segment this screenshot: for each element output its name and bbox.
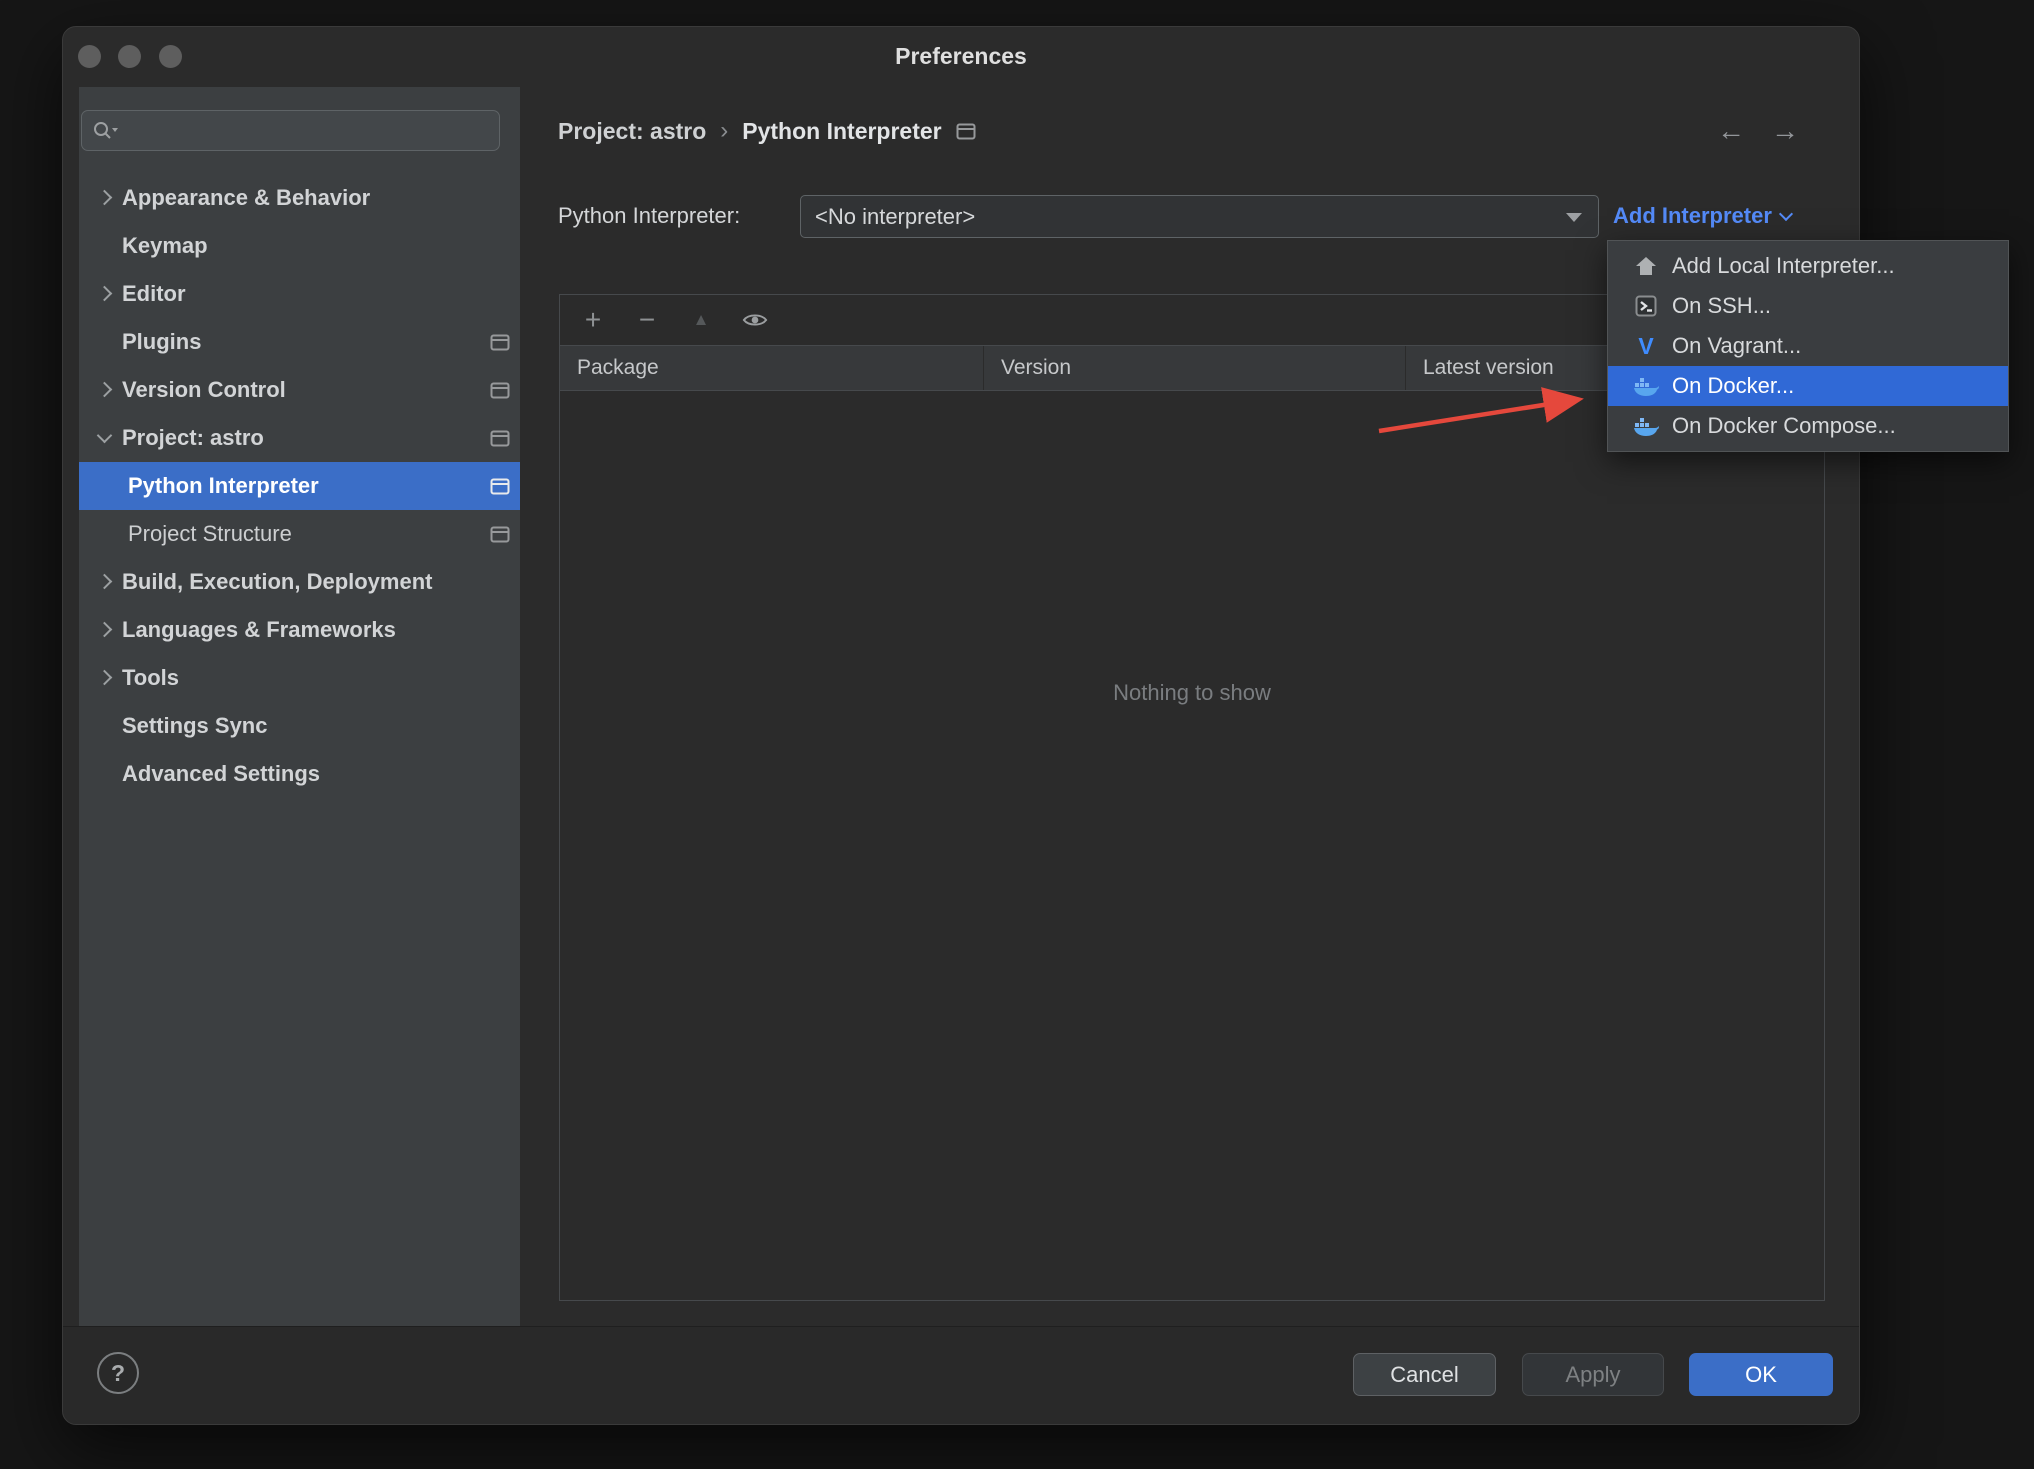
sidebar-item-label: Keymap — [122, 233, 208, 258]
in-window-marker-icon — [490, 382, 510, 399]
sidebar-item-label: Editor — [122, 281, 186, 306]
menu-item-label: Add Local Interpreter... — [1672, 253, 1895, 278]
menu-item-add-local-interpreter[interactable]: Add Local Interpreter... — [1608, 246, 2008, 286]
sidebar-item-project-structure[interactable]: Project Structure — [79, 510, 520, 558]
in-window-marker-icon — [490, 430, 510, 447]
chevron-right-icon — [96, 573, 113, 589]
empty-table-message: Nothing to show — [1113, 680, 1271, 705]
sidebar-item-label: Python Interpreter — [128, 473, 319, 498]
breadcrumb-page: Python Interpreter — [742, 117, 942, 144]
sidebar-item-label: Appearance & Behavior — [122, 185, 371, 210]
sidebar-item-advanced-settings[interactable]: Advanced Settings — [79, 750, 520, 798]
menu-item-label: On Docker... — [1672, 373, 1795, 398]
sidebar-item-label: Project Structure — [128, 521, 292, 546]
sidebar-item-label: Languages & Frameworks — [122, 617, 396, 642]
sidebar-item-label: Plugins — [122, 329, 202, 354]
interpreter-label: Python Interpreter: — [558, 203, 741, 228]
sidebar-item-keymap[interactable]: Keymap — [79, 222, 520, 270]
add-interpreter-menu: Add Local Interpreter... On SSH... V On … — [1607, 240, 2009, 452]
ssh-terminal-icon — [1632, 295, 1660, 317]
chevron-down-icon — [1778, 206, 1793, 221]
chevron-down-icon — [96, 427, 113, 444]
breadcrumb-separator: › — [720, 117, 729, 144]
sidebar-item-appearance-behavior[interactable]: Appearance & Behavior — [79, 174, 520, 222]
apply-button[interactable]: Apply — [1522, 1353, 1664, 1396]
vagrant-icon: V — [1638, 332, 1654, 359]
column-header-package[interactable]: Package — [560, 346, 984, 390]
menu-item-label: On SSH... — [1672, 293, 1772, 318]
sidebar-item-label: Tools — [122, 665, 180, 690]
sidebar-item-build-execution-deployment[interactable]: Build, Execution, Deployment — [79, 558, 520, 606]
interpreter-select[interactable]: <No interpreter> — [800, 195, 1599, 238]
chevron-down-icon — [1566, 213, 1582, 222]
settings-search-box[interactable] — [81, 110, 500, 151]
column-header-version[interactable]: Version — [984, 346, 1406, 390]
add-interpreter-link[interactable]: Add Interpreter — [1613, 203, 1793, 229]
breadcrumb-project[interactable]: Project: astro — [558, 118, 706, 145]
chevron-right-icon — [96, 285, 113, 301]
dialog-footer: ? Cancel Apply OK — [63, 1326, 1859, 1424]
in-window-marker-icon — [490, 334, 510, 351]
in-window-marker-icon — [956, 123, 976, 140]
sidebar-item-label: Advanced Settings — [122, 761, 321, 786]
chevron-right-icon — [96, 669, 113, 685]
upgrade-package-icon[interactable]: ▲ — [688, 310, 714, 330]
sidebar-item-settings-sync[interactable]: Settings Sync — [79, 702, 520, 750]
settings-sidebar: Appearance & Behavior Keymap Editor Plug… — [79, 87, 520, 1327]
docker-icon — [1632, 376, 1660, 396]
in-window-marker-icon — [490, 526, 510, 543]
chevron-right-icon — [96, 189, 113, 205]
chevron-right-icon — [96, 381, 113, 397]
docker-compose-icon — [1632, 416, 1660, 436]
back-icon[interactable]: ← — [1717, 115, 1745, 147]
cancel-button[interactable]: Cancel — [1353, 1353, 1496, 1396]
sidebar-item-plugins[interactable]: Plugins — [79, 318, 520, 366]
interpreter-select-value: <No interpreter> — [815, 203, 976, 229]
add-interpreter-label: Add Interpreter — [1613, 203, 1772, 228]
home-icon — [1632, 255, 1660, 277]
sidebar-item-python-interpreter[interactable]: Python Interpreter — [79, 462, 520, 510]
sidebar-item-label: Settings Sync — [122, 713, 268, 738]
sidebar-item-label: Project: astro — [122, 425, 264, 450]
chevron-right-icon — [96, 621, 113, 637]
sidebar-item-version-control[interactable]: Version Control — [79, 366, 520, 414]
preferences-window: Preferences Appearance & Behavior Keymap — [62, 26, 1860, 1425]
search-input[interactable] — [118, 118, 499, 143]
menu-item-on-ssh[interactable]: On SSH... — [1608, 286, 2008, 326]
sidebar-item-project-astro[interactable]: Project: astro — [79, 414, 520, 462]
remove-package-icon[interactable]: − — [634, 304, 660, 336]
menu-item-label: On Vagrant... — [1672, 333, 1802, 358]
add-package-icon[interactable]: + — [580, 304, 606, 336]
menu-item-on-docker-compose[interactable]: On Docker Compose... — [1608, 406, 2008, 446]
sidebar-item-label: Build, Execution, Deployment — [122, 569, 433, 594]
show-early-releases-icon[interactable] — [742, 311, 768, 329]
window-title: Preferences — [895, 43, 1027, 69]
menu-item-label: On Docker Compose... — [1672, 413, 1896, 438]
ok-button[interactable]: OK — [1689, 1353, 1833, 1396]
help-button[interactable]: ? — [97, 1352, 139, 1394]
forward-icon[interactable]: → — [1771, 115, 1799, 147]
sidebar-item-editor[interactable]: Editor — [79, 270, 520, 318]
menu-item-on-docker[interactable]: On Docker... — [1608, 366, 2008, 406]
sidebar-item-languages-frameworks[interactable]: Languages & Frameworks — [79, 606, 520, 654]
menu-item-on-vagrant[interactable]: V On Vagrant... — [1608, 326, 2008, 366]
in-window-marker-icon — [490, 478, 510, 495]
search-icon — [94, 121, 118, 139]
sidebar-item-label: Version Control — [122, 377, 286, 402]
desktop: Preferences Appearance & Behavior Keymap — [0, 0, 2034, 1469]
breadcrumb: Project: astro › Python Interpreter — [558, 117, 976, 145]
sidebar-item-tools[interactable]: Tools — [79, 654, 520, 702]
